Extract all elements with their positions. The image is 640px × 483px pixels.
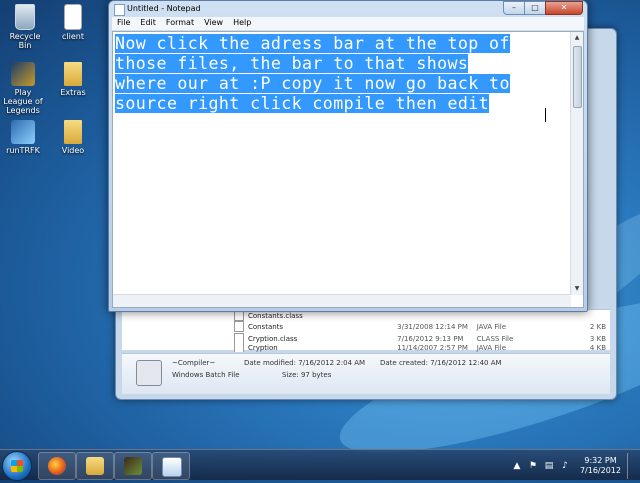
volume-icon[interactable]: ♪ bbox=[560, 461, 570, 471]
close-button[interactable]: ✕ bbox=[545, 1, 583, 15]
desktop-icon-video[interactable]: Video bbox=[50, 120, 96, 155]
file-icon bbox=[234, 343, 244, 352]
taskbar: ▲ ⚑ ▤ ♪ 9:32 PM 7/16/2012 bbox=[0, 449, 640, 481]
minimize-button[interactable]: – bbox=[503, 1, 525, 15]
file-type: CLASS File bbox=[476, 334, 514, 343]
file-date: 11/14/2007 2:57 PM bbox=[397, 343, 468, 352]
desktop-icon-league[interactable]: Play League of Legends bbox=[0, 62, 46, 115]
file-date: 7/16/2012 9:13 PM bbox=[397, 334, 464, 343]
file-size: 2 KB bbox=[589, 322, 606, 331]
firefox-icon bbox=[48, 457, 66, 475]
file-date: 3/31/2008 12:14 PM bbox=[397, 322, 468, 331]
folder-icon bbox=[86, 457, 104, 475]
clock-date: 7/16/2012 bbox=[579, 466, 621, 475]
table-row[interactable]: Cryption 11/14/2007 2:57 PM JAVA File 4 … bbox=[234, 343, 606, 352]
maximize-button[interactable]: □ bbox=[524, 1, 546, 15]
selected-text-line: source right click compile then edit bbox=[115, 94, 490, 113]
file-size: 3 KB bbox=[589, 334, 606, 343]
tool-icon bbox=[11, 120, 35, 144]
taskbar-firefox[interactable] bbox=[38, 452, 76, 480]
menu-help[interactable]: Help bbox=[228, 17, 256, 30]
batch-file-icon bbox=[136, 360, 162, 386]
file-type: JAVA File bbox=[476, 343, 507, 352]
menu-edit[interactable]: Edit bbox=[135, 17, 161, 30]
file-name: Constants.class bbox=[248, 311, 303, 320]
scrollbar-thumb[interactable] bbox=[573, 46, 582, 108]
start-button[interactable] bbox=[2, 451, 32, 481]
text-cursor bbox=[545, 108, 546, 122]
clock-time: 9:32 PM bbox=[584, 456, 617, 465]
details-date-created: Date created: 7/16/2012 12:40 AM bbox=[380, 359, 502, 367]
document-icon bbox=[64, 4, 82, 30]
recycle-bin-icon bbox=[15, 4, 35, 30]
file-icon bbox=[234, 321, 244, 332]
league-icon bbox=[11, 62, 35, 86]
desktop-icon-recycle-bin[interactable]: Recycle Bin bbox=[2, 4, 48, 50]
system-tray: ▲ ⚑ ▤ ♪ 9:32 PM 7/16/2012 bbox=[512, 453, 636, 479]
text-editor[interactable]: Now click the adress bar at the top of t… bbox=[112, 31, 584, 308]
scroll-down-icon[interactable]: ▼ bbox=[571, 283, 583, 295]
file-name: Constants bbox=[247, 322, 284, 331]
selected-text-line: Now click the adress bar at the top of bbox=[115, 34, 510, 53]
notepad-window[interactable]: Untitled - Notepad – □ ✕ File Edit Forma… bbox=[108, 0, 588, 312]
folder-icon bbox=[64, 120, 82, 144]
menu-format[interactable]: Format bbox=[161, 17, 199, 30]
taskbar-minecraft[interactable] bbox=[114, 452, 152, 480]
details-date-modified: Date modified: 7/16/2012 2:04 AM bbox=[244, 359, 366, 367]
network-icon[interactable]: ▤ bbox=[544, 461, 554, 471]
details-file-name: ~Compiler~ bbox=[172, 359, 216, 367]
notepad-icon bbox=[162, 457, 182, 477]
taskbar-explorer[interactable] bbox=[76, 452, 114, 480]
menu-view[interactable]: View bbox=[199, 17, 228, 30]
windows-logo-icon bbox=[11, 460, 23, 472]
selected-text-line: those files, the bar to that shows bbox=[115, 54, 469, 73]
menu-file[interactable]: File bbox=[112, 17, 135, 30]
desktop-icon-extras[interactable]: Extras bbox=[50, 62, 96, 97]
file-size: 4 KB bbox=[589, 343, 606, 352]
details-file-type: Windows Batch File bbox=[172, 371, 240, 379]
taskbar-notepad[interactable] bbox=[152, 452, 190, 480]
file-name: Cryption bbox=[247, 343, 278, 352]
details-pane: ~Compiler~ Windows Batch File Date modif… bbox=[122, 353, 610, 394]
window-controls: – □ ✕ bbox=[503, 1, 583, 15]
minecraft-icon bbox=[124, 457, 142, 475]
details-size: Size: 97 bytes bbox=[282, 371, 332, 379]
desktop-icon-label: runTRFK bbox=[6, 146, 40, 155]
window-title: Untitled - Notepad bbox=[127, 4, 201, 13]
selected-text-line: where our at :P copy it now go back to bbox=[115, 74, 510, 93]
folder-icon bbox=[64, 62, 82, 86]
show-desktop-button[interactable] bbox=[627, 453, 636, 479]
desktop-icon-label: client bbox=[62, 32, 84, 41]
file-type: JAVA File bbox=[476, 322, 507, 331]
desktop-icon-runtrfk[interactable]: runTRFK bbox=[0, 120, 46, 155]
desktop-icon-label: Recycle Bin bbox=[9, 32, 41, 50]
desktop-icon-label: Extras bbox=[60, 88, 86, 97]
clock[interactable]: 9:32 PM 7/16/2012 bbox=[580, 456, 621, 476]
scroll-up-icon[interactable]: ▲ bbox=[571, 32, 583, 44]
vertical-scrollbar[interactable]: ▲ ▼ bbox=[570, 32, 583, 295]
show-hidden-icons-icon[interactable]: ▲ bbox=[512, 461, 522, 471]
desktop-icon-label: Video bbox=[61, 146, 85, 155]
notepad-icon bbox=[114, 4, 125, 16]
desktop-icon-client[interactable]: client bbox=[50, 4, 96, 41]
horizontal-scrollbar[interactable] bbox=[113, 294, 571, 307]
action-center-icon[interactable]: ⚑ bbox=[528, 461, 538, 471]
desktop-icon-label: Play League of Legends bbox=[3, 88, 43, 115]
menu-bar: File Edit Format View Help bbox=[112, 17, 584, 30]
editor-text[interactable]: Now click the adress bar at the top of t… bbox=[115, 34, 567, 114]
file-name: Cryption.class bbox=[247, 334, 298, 343]
